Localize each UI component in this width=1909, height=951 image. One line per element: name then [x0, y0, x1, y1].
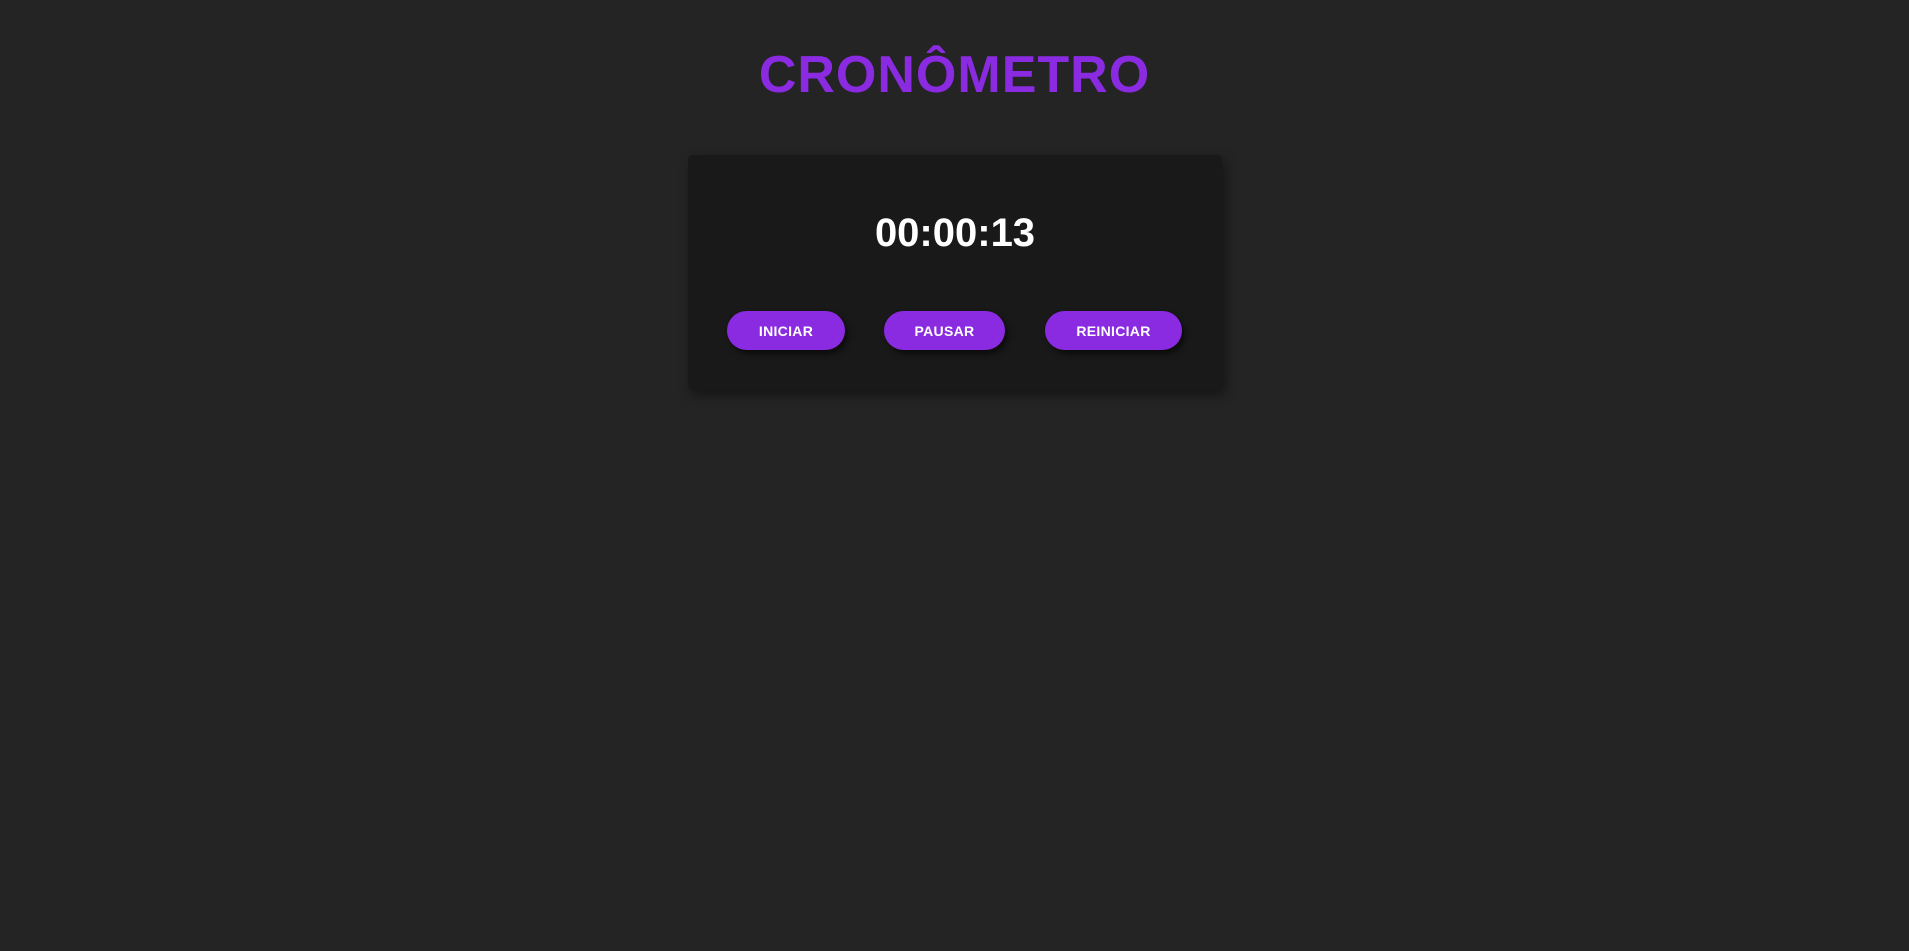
page-title: CRONÔMETRO [758, 46, 1151, 104]
page: { "header": { "title": "CRONÔMETRO" }, "… [0, 0, 1909, 951]
reset-button[interactable]: REINICIAR [1045, 311, 1182, 350]
start-button[interactable]: INICIAR [727, 311, 845, 350]
timer-display: 00:00:13 [874, 211, 1036, 255]
stopwatch-card: 00:00:13 INICIAR PAUSAR REINICIAR [688, 155, 1222, 390]
pause-button[interactable]: PAUSAR [884, 311, 1005, 350]
